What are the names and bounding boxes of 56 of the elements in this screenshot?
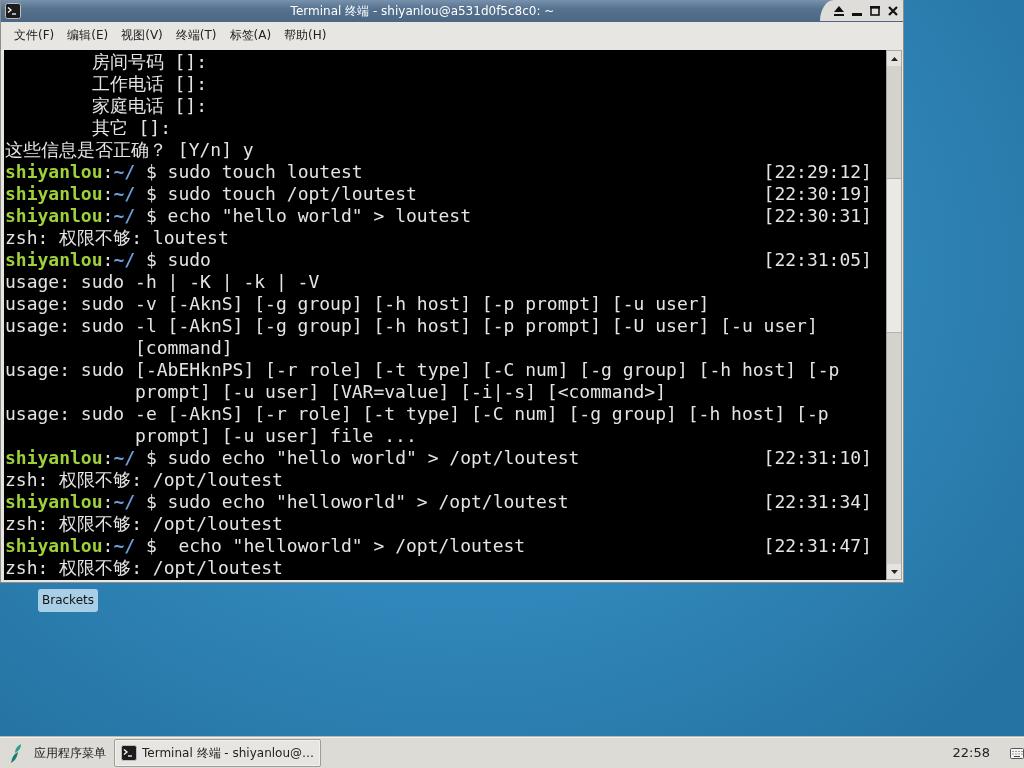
output-line: zsh: 权限不够: loutest [5,227,229,248]
command-line: shiyanlou:~/ $ sudo touch /opt/loutest [5,183,417,205]
command-line: shiyanlou:~/ $ sudo touch loutest [5,161,363,183]
command-line: shiyanlou:~/ $ sudo [5,249,211,271]
output-line: [command] [135,337,233,358]
desktop-icon-label[interactable]: Brackets [38,589,98,612]
scrollbar[interactable] [886,50,902,580]
output-line: zsh: 权限不够: /opt/loutest [5,469,283,490]
timestamp: [22:31:10] [763,447,872,469]
window-title: Terminal 终端 - shiyanlou@a531d0f5c8c0: ~ [289,3,556,20]
output-line: 这些信息是否正确？ [Y/n] y [5,139,254,160]
eject-icon[interactable] [834,5,844,16]
output-line: usage: sudo -h | -K | -k | -V [5,271,320,292]
taskbar-window-button[interactable]: Terminal 终端 - shiyanlou@… [114,739,322,767]
command-line: shiyanlou:~/ $ sudo echo "hello world" > /opt/loutest [5,447,580,469]
timestamp: [22:31:47] [763,535,872,557]
menu-item[interactable]: 帮助(H) [278,25,333,45]
scroll-up-button[interactable] [887,51,901,66]
output-line: 其它 []: [91,117,172,138]
output-line: zsh: 权限不够: /opt/loutest [5,513,283,534]
output-line: prompt] [-u user] file ... [135,425,417,446]
timestamp: [22:29:12] [763,161,872,183]
command-line: shiyanlou:~/ $ echo "helloworld" > /opt/loutest [5,535,526,557]
scrollbar-thumb[interactable] [887,178,901,333]
output-line: usage: sudo -e [-AknS] [-r role] [-t type] [-C num] [-g group] [-h host] [-p [5,403,829,424]
clock: 22:58 [952,744,990,763]
triangle-up-icon [890,56,898,61]
timestamp: [22:30:19] [763,183,872,205]
app-menu-button[interactable]: 应用程序菜单 [4,741,110,765]
output-line: 房间号码 []: [91,51,208,72]
output-line: zsh: 权限不够: /opt/loutest [5,557,283,578]
output-line: prompt] [-u user] [VAR=value] [-i|-s] [<command>] [135,381,667,402]
terminal-icon [121,745,137,761]
menu-item[interactable]: 视图(V) [115,25,169,45]
keyboard-icon[interactable] [1010,746,1024,760]
command-line: shiyanlou:~/ $ sudo echo "helloworld" > /opt/loutest [5,491,569,513]
timestamp: [22:31:05] [763,249,872,271]
leaf-icon [10,743,22,763]
menu-item[interactable]: 文件(F) [8,25,61,45]
command-line: shiyanlou:~/ $ echo "hello world" > loutest [5,205,472,227]
output-line: usage: sudo [-AbEHknPS] [-r role] [-t type] [-C num] [-g group] [-h host] [-p [5,359,840,380]
timestamp: [22:31:34] [763,491,872,513]
menu-item[interactable]: 编辑(E) [61,25,115,45]
terminal-icon [5,3,21,19]
timestamp: [22:30:31] [763,205,872,227]
minimize-icon[interactable] [852,12,862,16]
output-line: usage: sudo -v [-AknS] [-g group] [-h host] [-p prompt] [-u user] [5,293,710,314]
output-line: 工作电话 []: [91,73,208,94]
menu-item[interactable]: 终端(T) [169,25,223,45]
triangle-down-icon [890,569,898,574]
menu-item[interactable]: 标签(A) [223,25,278,45]
scroll-down-button[interactable] [887,564,901,579]
output-line: 家庭电话 []: [91,95,208,116]
maximize-icon[interactable] [870,5,880,16]
close-icon[interactable] [888,5,898,16]
output-line: usage: sudo -l [-AknS] [-g group] [-h host] [-p prompt] [-U user] [-u user] [5,315,818,336]
